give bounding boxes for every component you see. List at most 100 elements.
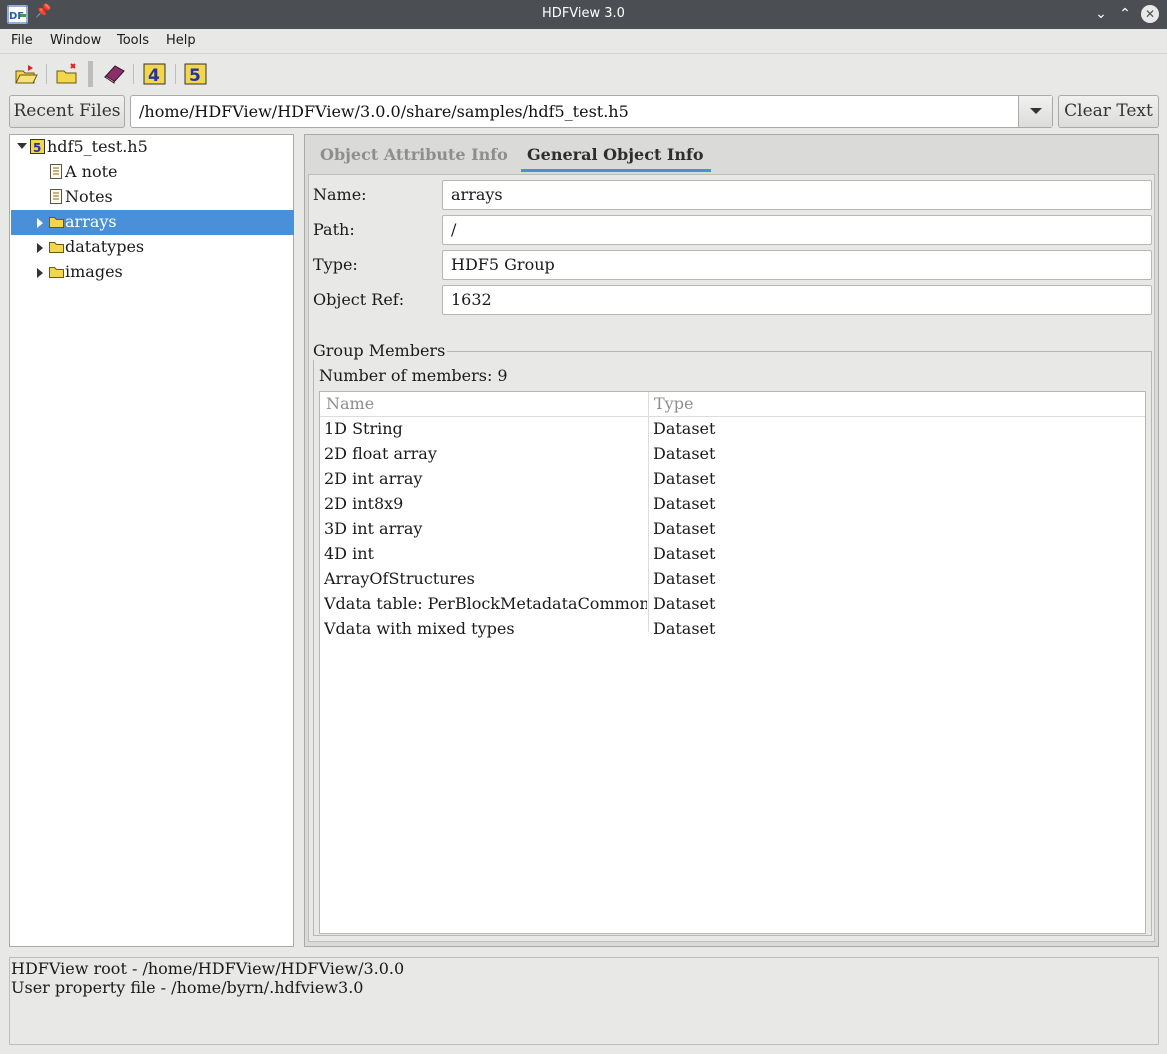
- toolbar-separator: [175, 64, 176, 84]
- close-file-icon[interactable]: [55, 63, 79, 85]
- menu-window[interactable]: Window: [50, 33, 101, 48]
- path-value: /: [451, 220, 457, 239]
- file-path-value[interactable]: /home/HDFView/HDFView/3.0.0/share/sample…: [139, 102, 629, 121]
- group-members-table[interactable]: Name Type 1D String Dataset 2D float arra…: [319, 391, 1146, 934]
- minimize-button[interactable]: ⌄: [1090, 3, 1112, 25]
- hdf5-library-icon[interactable]: 5: [184, 63, 208, 86]
- hdf4-library-icon[interactable]: 4: [143, 63, 167, 86]
- toolbar-separator: [133, 64, 134, 84]
- hdf5-file-icon: 5: [30, 139, 45, 155]
- tree-item-label: images: [65, 262, 123, 281]
- object-ref-value: 1632: [451, 290, 492, 309]
- chevron-down-icon: [1030, 108, 1042, 114]
- table-row[interactable]: 4D int Dataset: [320, 542, 1145, 567]
- tree-root-label: hdf5_test.h5: [47, 137, 148, 156]
- group-members-title: Group Members: [313, 341, 448, 360]
- note-icon: [49, 164, 64, 179]
- tree-root-item[interactable]: 5 hdf5_test.h5: [11, 135, 294, 160]
- member-name: Vdata table: PerBlockMetadataCommon: [324, 594, 647, 613]
- tree-item-images[interactable]: images: [11, 260, 294, 285]
- object-ref-label: Object Ref:: [313, 290, 405, 309]
- member-name: 3D int array: [324, 519, 423, 538]
- svg-text:4: 4: [148, 66, 160, 85]
- general-info-content: Name: arrays Path: / Type: HDF5 Group Ob…: [308, 174, 1155, 942]
- info-tabs: Object Attribute Info General Object Inf…: [305, 135, 1158, 173]
- expand-arrow-icon[interactable]: [37, 218, 43, 228]
- tab-object-attribute-info[interactable]: Object Attribute Info: [320, 145, 508, 164]
- menu-tools[interactable]: Tools: [117, 33, 149, 48]
- folder-icon: [49, 214, 64, 229]
- member-name: 2D int array: [324, 469, 423, 488]
- maximize-button[interactable]: ⌃: [1114, 3, 1136, 25]
- status-line: HDFView root - /home/HDFView/HDFView/3.0…: [11, 959, 405, 978]
- note-icon: [49, 189, 64, 204]
- tree-item-label: Notes: [65, 187, 113, 206]
- table-row[interactable]: ArrayOfStructures Dataset: [320, 567, 1145, 592]
- tree-item-arrays[interactable]: arrays: [11, 210, 294, 235]
- close-button[interactable]: ✕: [1141, 5, 1159, 23]
- tree-item-notes[interactable]: Notes: [11, 185, 294, 210]
- table-row[interactable]: 1D String Dataset: [320, 417, 1145, 442]
- member-type: Dataset: [653, 544, 716, 563]
- window-title: HDFView 3.0: [542, 6, 625, 21]
- member-count: Number of members: 9: [319, 366, 508, 385]
- tree-item-a-note[interactable]: A note: [11, 160, 294, 185]
- member-name: 2D float array: [324, 444, 437, 463]
- title-bar: DF 📌 HDFView 3.0 ⌄ ⌃ ✕: [0, 0, 1167, 29]
- expand-arrow-icon[interactable]: [37, 268, 43, 278]
- path-field[interactable]: /: [442, 215, 1152, 245]
- svg-text:5: 5: [189, 66, 201, 85]
- tab-general-object-info[interactable]: General Object Info: [527, 145, 704, 164]
- status-log[interactable]: HDFView root - /home/HDFView/HDFView/3.0…: [9, 957, 1159, 1045]
- open-file-icon[interactable]: [14, 63, 38, 85]
- file-path-dropdown-button[interactable]: [1018, 96, 1052, 127]
- member-type: Dataset: [653, 594, 716, 613]
- status-line: User property file - /home/byrn/.hdfview…: [11, 978, 364, 997]
- table-row[interactable]: 2D int8x9 Dataset: [320, 492, 1145, 517]
- member-name: 4D int: [324, 544, 374, 563]
- file-tree: 5 hdf5_test.h5 A note Notes arrays datat…: [9, 134, 294, 947]
- tree-item-label: A note: [65, 162, 118, 181]
- toolbar-separator: [46, 64, 47, 84]
- object-ref-field[interactable]: 1632: [442, 285, 1152, 315]
- member-type: Dataset: [653, 619, 716, 638]
- member-type: Dataset: [653, 569, 716, 588]
- member-name: 2D int8x9: [324, 494, 404, 513]
- help-book-icon[interactable]: [102, 63, 126, 85]
- member-type: Dataset: [653, 444, 716, 463]
- menu-help[interactable]: Help: [166, 33, 196, 48]
- name-field[interactable]: arrays: [442, 180, 1152, 210]
- member-type: Dataset: [653, 494, 716, 513]
- name-label: Name:: [313, 185, 367, 204]
- menu-file[interactable]: File: [11, 33, 33, 48]
- svg-text:5: 5: [33, 141, 41, 154]
- active-tab-indicator: [521, 169, 711, 172]
- table-row[interactable]: 3D int array Dataset: [320, 517, 1145, 542]
- type-label: Type:: [313, 255, 358, 274]
- file-path-combo[interactable]: /home/HDFView/HDFView/3.0.0/share/sample…: [130, 95, 1053, 128]
- table-header: Name Type: [320, 392, 1145, 417]
- table-row[interactable]: Vdata table: PerBlockMetadataCommon Datas…: [320, 592, 1145, 617]
- type-field[interactable]: HDF5 Group: [442, 250, 1152, 280]
- member-name: ArrayOfStructures: [324, 569, 475, 588]
- recent-files-button[interactable]: Recent Files: [9, 95, 125, 128]
- table-row[interactable]: 2D float array Dataset: [320, 442, 1145, 467]
- column-header-name[interactable]: Name: [326, 394, 374, 413]
- expand-arrow-icon[interactable]: [37, 243, 43, 253]
- table-row[interactable]: Vdata with mixed types Dataset: [320, 617, 1145, 642]
- table-row[interactable]: 2D int array Dataset: [320, 467, 1145, 492]
- object-info-panel: Object Attribute Info General Object Inf…: [304, 134, 1159, 947]
- collapse-arrow-icon[interactable]: [17, 143, 27, 149]
- type-value: HDF5 Group: [451, 255, 555, 274]
- clear-text-button[interactable]: Clear Text: [1058, 95, 1159, 128]
- member-type: Dataset: [653, 469, 716, 488]
- member-name: Vdata with mixed types: [324, 619, 515, 638]
- column-header-type[interactable]: Type: [654, 394, 693, 413]
- menu-bar: File Window Tools Help: [0, 29, 1167, 54]
- tree-item-datatypes[interactable]: datatypes: [11, 235, 294, 260]
- toolbar-separator: [88, 61, 93, 87]
- folder-icon: [49, 239, 64, 254]
- path-label: Path:: [313, 220, 355, 239]
- folder-icon: [49, 264, 64, 279]
- member-type: Dataset: [653, 419, 716, 438]
